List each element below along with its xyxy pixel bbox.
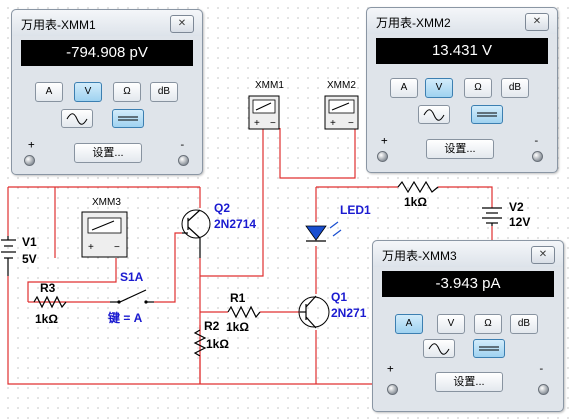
close-button[interactable]: ✕ bbox=[170, 15, 194, 33]
window-title: 万用表-XMM2 bbox=[376, 16, 451, 30]
positive-terminal-label: + bbox=[387, 362, 394, 375]
v2-ref-label: V2 bbox=[509, 200, 524, 214]
v2-value-label: 12V bbox=[509, 215, 530, 229]
window-titlebar[interactable]: 万用表-XMM3 ✕ bbox=[373, 241, 563, 267]
q1-model-label: 2N271 bbox=[331, 306, 367, 320]
window-titlebar[interactable]: 万用表-XMM1 ✕ bbox=[12, 10, 202, 36]
ac-mode-button[interactable] bbox=[61, 109, 93, 128]
resistor-top[interactable]: 1kΩ bbox=[397, 180, 439, 209]
negative-terminal[interactable] bbox=[538, 384, 549, 395]
positive-terminal-label: + bbox=[28, 138, 35, 151]
sine-wave-icon bbox=[428, 343, 450, 355]
q2-model-label: 2N2714 bbox=[214, 217, 256, 231]
xmm3-ref-label: XMM3 bbox=[92, 197, 121, 208]
svg-text:−: − bbox=[348, 118, 354, 129]
ohmmeter-button[interactable]: Ω bbox=[464, 78, 492, 98]
dc-line-icon bbox=[477, 112, 497, 117]
sine-wave-icon bbox=[66, 113, 88, 125]
r1-resistor[interactable]: R1 1kΩ bbox=[226, 291, 261, 334]
v1-value-label: 5V bbox=[22, 252, 37, 266]
ac-mode-button[interactable] bbox=[418, 105, 450, 124]
xmm1-ref-label: XMM1 bbox=[255, 80, 284, 91]
negative-terminal[interactable] bbox=[532, 151, 543, 162]
ohmmeter-button[interactable]: Ω bbox=[474, 314, 502, 334]
ammeter-button[interactable]: A bbox=[35, 82, 63, 102]
svg-text:−: − bbox=[270, 118, 276, 129]
multimeter-window-xmm1[interactable]: 万用表-XMM1 ✕ -794.908 pV A V Ω dB + - 设置..… bbox=[11, 9, 203, 175]
resistor-top-value-label: 1kΩ bbox=[404, 195, 427, 209]
meter-reading-display: 13.431 V bbox=[376, 38, 548, 64]
voltmeter-button[interactable]: V bbox=[437, 314, 465, 334]
settings-button[interactable]: 设置... bbox=[426, 139, 494, 159]
positive-terminal[interactable] bbox=[387, 384, 398, 395]
q2-ref-label: Q2 bbox=[214, 201, 230, 215]
svg-text:+: + bbox=[88, 242, 94, 253]
svg-text:−: − bbox=[114, 242, 120, 253]
close-button[interactable]: ✕ bbox=[531, 246, 555, 264]
v1-ref-label: V1 bbox=[22, 235, 37, 249]
sine-wave-icon bbox=[423, 109, 445, 121]
led1-ref-label: LED1 bbox=[340, 203, 371, 217]
meter-reading-display: -794.908 pV bbox=[21, 40, 193, 66]
r2-ref-label: R2 bbox=[204, 319, 220, 333]
positive-terminal[interactable] bbox=[377, 151, 388, 162]
dc-line-icon bbox=[118, 116, 138, 121]
xmm1-symbol[interactable]: XMM1 + − bbox=[248, 80, 284, 130]
multimeter-window-xmm3[interactable]: 万用表-XMM3 ✕ -3.943 pA A V Ω dB + - 设置... bbox=[372, 240, 564, 412]
q1-transistor[interactable]: Q1 2N271 bbox=[298, 290, 367, 329]
v1-source[interactable]: V1 5V bbox=[1, 235, 37, 276]
r3-ref-label: R3 bbox=[40, 281, 56, 295]
window-title: 万用表-XMM1 bbox=[21, 18, 96, 32]
v2-source[interactable]: V2 12V bbox=[482, 200, 530, 229]
close-button[interactable]: ✕ bbox=[525, 13, 549, 31]
ac-mode-button[interactable] bbox=[423, 339, 455, 358]
dc-mode-button[interactable] bbox=[112, 109, 144, 128]
decibel-button[interactable]: dB bbox=[501, 78, 529, 98]
negative-terminal[interactable] bbox=[178, 155, 189, 166]
xmm2-symbol[interactable]: XMM2 + − bbox=[324, 80, 359, 130]
decibel-button[interactable]: dB bbox=[150, 82, 178, 102]
ohmmeter-button[interactable]: Ω bbox=[113, 82, 141, 102]
voltmeter-button[interactable]: V bbox=[74, 82, 102, 102]
r2-value-label: 1kΩ bbox=[206, 337, 229, 351]
negative-terminal-label: - bbox=[179, 138, 186, 151]
xmm2-ref-label: XMM2 bbox=[327, 80, 356, 91]
svg-text:+: + bbox=[254, 118, 260, 129]
dc-mode-button[interactable] bbox=[473, 339, 505, 358]
ammeter-button[interactable]: A bbox=[395, 314, 423, 334]
settings-button[interactable]: 设置... bbox=[74, 143, 142, 163]
q1-ref-label: Q1 bbox=[331, 290, 347, 304]
svg-text:+: + bbox=[330, 118, 336, 129]
voltmeter-button[interactable]: V bbox=[425, 78, 453, 98]
q2-transistor[interactable]: Q2 2N2714 bbox=[181, 201, 256, 258]
negative-terminal-label: - bbox=[533, 134, 540, 147]
r1-value-label: 1kΩ bbox=[226, 320, 249, 334]
positive-terminal[interactable] bbox=[24, 155, 35, 166]
s1a-switch[interactable]: S1A 键 = A bbox=[107, 270, 154, 325]
r3-resistor[interactable]: R3 1kΩ bbox=[33, 281, 67, 326]
multimeter-window-xmm2[interactable]: 万用表-XMM2 ✕ 13.431 V A V Ω dB + - 设置... bbox=[366, 7, 558, 173]
window-title: 万用表-XMM3 bbox=[382, 249, 457, 263]
s1a-ref-label: S1A bbox=[120, 270, 144, 284]
positive-terminal-label: + bbox=[381, 134, 388, 147]
dc-mode-button[interactable] bbox=[471, 105, 503, 124]
meter-reading-display: -3.943 pA bbox=[382, 271, 554, 297]
decibel-button[interactable]: dB bbox=[510, 314, 538, 334]
window-titlebar[interactable]: 万用表-XMM2 ✕ bbox=[367, 8, 557, 34]
r3-value-label: 1kΩ bbox=[35, 312, 58, 326]
ammeter-button[interactable]: A bbox=[390, 78, 418, 98]
xmm3-symbol[interactable]: XMM3 + − bbox=[81, 197, 128, 258]
dc-line-icon bbox=[479, 346, 499, 351]
settings-button[interactable]: 设置... bbox=[435, 372, 503, 392]
r1-ref-label: R1 bbox=[230, 291, 246, 305]
s1a-key-label: 键 = A bbox=[107, 310, 143, 325]
negative-terminal-label: - bbox=[538, 362, 545, 375]
